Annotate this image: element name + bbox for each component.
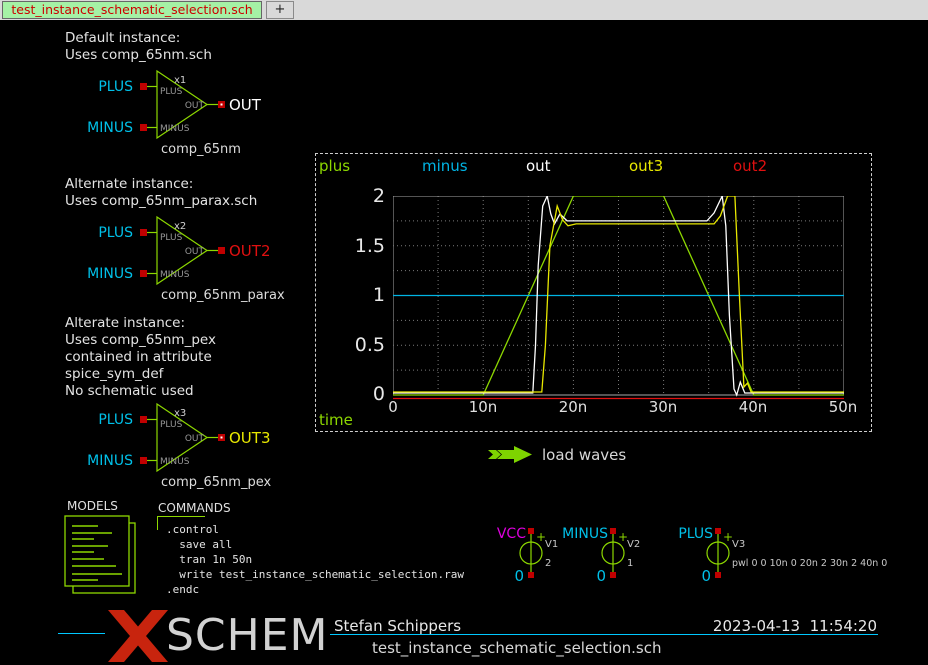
instance3-description: Alterate instance: Uses comp_65nm_pex co… <box>65 315 216 400</box>
symbol-pin-label: OUT <box>185 247 205 257</box>
x-tick-label: 40n <box>739 398 768 416</box>
title-block-line <box>330 634 878 635</box>
timestamp: 2023-04-13 11:54:20 <box>713 617 877 635</box>
net-label-plus[interactable]: PLUS <box>98 412 133 428</box>
vsource-value[interactable]: 1 <box>627 558 633 569</box>
x-tick-label: 10n <box>469 398 498 416</box>
pin-square[interactable] <box>610 528 616 534</box>
pin-square[interactable] <box>140 457 147 464</box>
y-tick-label: 2 <box>316 185 385 207</box>
legend-minus[interactable]: minus <box>422 157 468 175</box>
vsource-v3[interactable]: PLUS + V3 pwl 0 0 10n 0 20n 2 30n 2 40n … <box>678 526 887 585</box>
symbol-pin-label: MINUS <box>160 457 190 467</box>
legend-out[interactable]: out <box>526 157 551 175</box>
symbol-pin-label: PLUS <box>160 420 183 430</box>
commands-label: COMMANDS <box>158 501 231 515</box>
load-waves-label[interactable]: load waves <box>542 446 626 464</box>
net-label-minus[interactable]: MINUS <box>87 120 133 136</box>
tab-bar: test_instance_schematic_selection.sch + <box>0 0 928 20</box>
instance-ref: x3 <box>174 408 186 419</box>
instance-ref: x1 <box>174 75 186 86</box>
vsource-name[interactable]: V1 <box>545 539 558 550</box>
launcher-arrow-icon[interactable] <box>488 446 534 463</box>
symbol-pin-label: OUT <box>185 101 205 111</box>
commands-bracket <box>157 516 158 530</box>
x-axis-label: time <box>319 411 353 429</box>
legend-out3[interactable]: out3 <box>629 157 663 175</box>
comparator-instance-x2[interactable]: PLUS MINUS x2 PLUS MINUS OUT OUT2 comp_6… <box>40 206 350 306</box>
legend-plus[interactable]: plus <box>319 157 350 175</box>
x-tick-label: 30n <box>649 398 678 416</box>
pin-square[interactable] <box>140 270 147 277</box>
y-tick-label: 1 <box>316 284 385 306</box>
schematic-filename: test_instance_schematic_selection.sch <box>372 639 662 657</box>
models-label: MODELS <box>67 499 118 513</box>
gnd-label[interactable]: 0 <box>596 567 606 585</box>
pin-square[interactable] <box>715 528 721 534</box>
x-tick-label: 0 <box>388 398 398 416</box>
symbol-name: comp_65nm_pex <box>161 475 271 490</box>
net-label-out[interactable]: OUT2 <box>229 242 271 260</box>
net-label-plus[interactable]: PLUS <box>678 526 713 542</box>
net-label-plus[interactable]: PLUS <box>98 225 133 241</box>
vsource-v2[interactable]: MINUS + V2 1 0 <box>562 526 640 585</box>
net-label-minus[interactable]: MINUS <box>87 266 133 282</box>
spice-commands-text[interactable]: .control save all tran 1n 50n write test… <box>166 522 464 597</box>
symbol-pin-label: OUT <box>185 434 205 444</box>
gnd-label[interactable]: 0 <box>514 567 524 585</box>
commands-bracket <box>157 516 205 517</box>
author-name: Stefan Schippers <box>334 617 461 635</box>
symbol-pin-label: MINUS <box>160 124 190 134</box>
symbol-pin-label: PLUS <box>160 87 183 97</box>
legend-out2[interactable]: out2 <box>733 157 767 175</box>
pin-square-out[interactable] <box>218 247 225 254</box>
xschem-logo-text: SCHEM <box>166 614 329 658</box>
voltage-sources: VCC + V1 2 0 MINUS + V2 1 0 PLUS + V3 pw… <box>495 522 905 586</box>
instance1-description: Default instance: Uses comp_65nm.sch <box>65 30 212 64</box>
comparator-instance-x1[interactable]: PLUS MINUS x1 PLUS MINUS OUT OUT comp_65… <box>40 60 350 160</box>
y-tick-label: 0 <box>316 383 385 405</box>
net-label-minus[interactable]: MINUS <box>87 453 133 469</box>
title-block-line <box>58 633 105 634</box>
wave-out3 <box>393 196 844 392</box>
symbol-pin-label: MINUS <box>160 270 190 280</box>
vsource-value[interactable]: pwl 0 0 10n 0 20n 2 30n 2 40n 0 <box>732 558 887 569</box>
pin-square[interactable] <box>140 229 147 236</box>
symbol-name: comp_65nm <box>161 142 241 157</box>
net-label-plus[interactable]: PLUS <box>98 79 133 95</box>
pin-square[interactable] <box>610 572 616 578</box>
pin-square[interactable] <box>140 83 147 90</box>
pin-core <box>221 437 223 439</box>
pin-core <box>221 104 223 106</box>
net-label-minus[interactable]: MINUS <box>562 526 608 542</box>
vsource-value[interactable]: 2 <box>545 558 551 569</box>
vsource-name[interactable]: V2 <box>627 539 640 550</box>
symbol-name: comp_65nm_parax <box>161 288 285 303</box>
wave-plot <box>393 196 844 402</box>
pin-square[interactable] <box>715 572 721 578</box>
vsource-v1[interactable]: VCC + V1 2 0 <box>497 526 558 585</box>
pin-square[interactable] <box>140 124 147 131</box>
x-tick-label: 20n <box>559 398 588 416</box>
y-tick-label: 1.5 <box>316 235 385 257</box>
net-label-out[interactable]: OUT3 <box>229 429 271 447</box>
symbol-pin-label: PLUS <box>160 233 183 243</box>
new-tab-button[interactable]: + <box>266 1 294 19</box>
models-icon[interactable] <box>60 512 144 598</box>
net-label-vcc[interactable]: VCC <box>497 526 526 542</box>
net-label-out[interactable]: OUT <box>229 96 262 114</box>
pin-square[interactable] <box>528 572 534 578</box>
tab-active-schematic[interactable]: test_instance_schematic_selection.sch <box>2 1 262 19</box>
pin-square[interactable] <box>140 416 147 423</box>
pin-square[interactable] <box>528 528 534 534</box>
waveform-graph[interactable]: plus minus out out3 out2 2 1.5 1 0.5 0 0 10n 20n 30… <box>315 153 872 432</box>
gnd-label[interactable]: 0 <box>701 567 711 585</box>
vsource-name[interactable]: V3 <box>732 539 745 550</box>
xschem-logo-x-icon <box>100 606 176 664</box>
instance-ref: x2 <box>174 221 186 232</box>
instance2-description: Alternate instance: Uses comp_65nm_parax… <box>65 176 257 210</box>
comparator-instance-x3[interactable]: PLUS MINUS x3 PLUS MINUS OUT OUT3 comp_6… <box>40 393 350 493</box>
y-tick-label: 0.5 <box>316 334 385 356</box>
x-tick-label: 50n <box>829 398 858 416</box>
